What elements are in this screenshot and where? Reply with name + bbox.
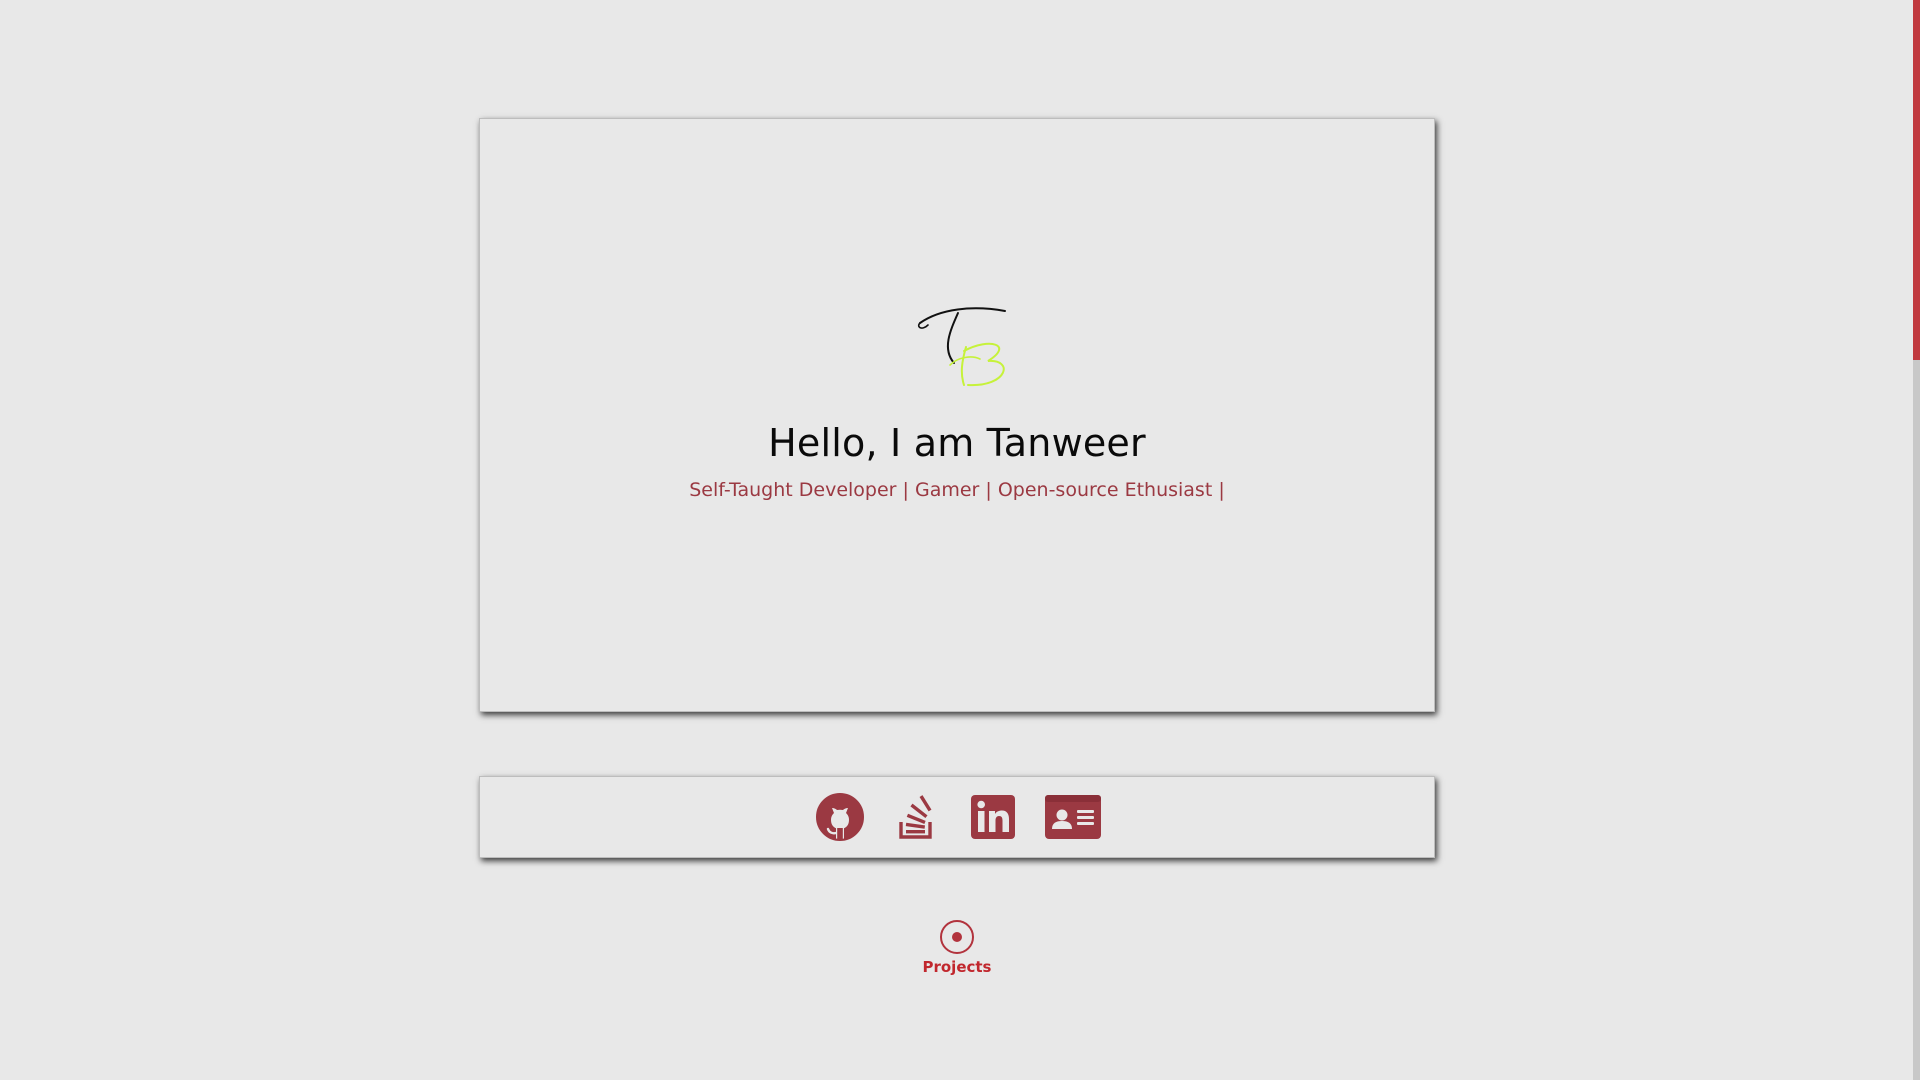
stackoverflow-icon	[899, 795, 932, 839]
stackoverflow-link[interactable]	[898, 795, 936, 839]
linkedin-link[interactable]	[971, 795, 1015, 839]
github-icon	[816, 793, 864, 841]
target-dot	[952, 932, 962, 942]
hero-card: Hello, I am Tanweer Self-Taught Develope…	[479, 118, 1435, 712]
social-links-bar	[479, 776, 1435, 858]
vertical-scrollbar[interactable]	[1913, 0, 1920, 1080]
page: Hello, I am Tanweer Self-Taught Develope…	[0, 0, 1920, 1080]
hero-greeting: Hello, I am Tanweer	[768, 421, 1146, 465]
id-card-icon	[1045, 795, 1101, 839]
linkedin-icon	[971, 795, 1015, 839]
projects-nav-button[interactable]: Projects	[907, 920, 1007, 980]
hero-tagline: Self-Taught Developer | Gamer | Open-sou…	[689, 479, 1225, 501]
projects-label: Projects	[922, 958, 992, 976]
github-link[interactable]	[816, 793, 864, 841]
scrollbar-thumb[interactable]	[1913, 0, 1920, 360]
signature-logo	[917, 307, 1006, 387]
contact-card-link[interactable]	[1045, 795, 1101, 839]
target-circle-icon	[940, 920, 974, 954]
